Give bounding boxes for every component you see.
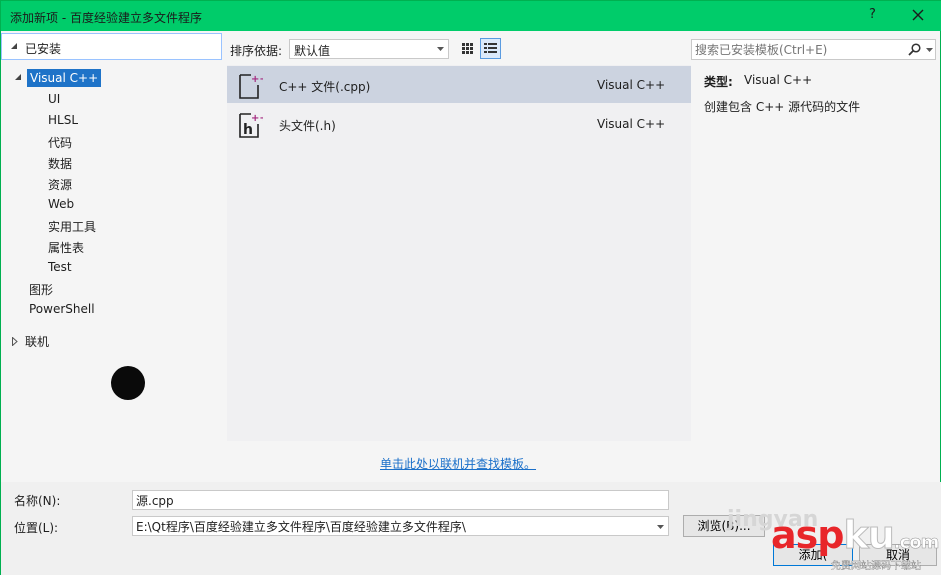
search-input[interactable]	[695, 41, 900, 58]
list-view-button[interactable]	[480, 38, 501, 59]
sort-value: 默认值	[294, 44, 331, 58]
location-field[interactable]	[132, 516, 669, 536]
cursor-marker	[111, 366, 145, 400]
tree-item-graphics[interactable]: 图形	[29, 281, 53, 298]
cpp-file-icon: ++	[239, 74, 263, 99]
grid-view-icon	[462, 43, 473, 54]
online-templates-link[interactable]: 单击此处以联机并查找模板。	[380, 455, 536, 472]
tree-item-visual-cpp[interactable]: Visual C++	[27, 69, 102, 87]
list-view-icon	[484, 43, 497, 53]
category-tree: 已安装 Visual C++ UI HLSL 代码 数据 资源 Web 实用工具…	[1, 31, 222, 481]
close-icon	[912, 9, 924, 21]
sort-toolbar: 排序依据: 默认值	[222, 31, 692, 65]
chevron-down-icon[interactable]	[926, 48, 933, 52]
svg-text:++: ++	[251, 113, 263, 124]
tree-item-web[interactable]: Web	[48, 197, 74, 211]
template-name: C++ 文件(.cpp)	[279, 80, 371, 94]
tree-item-property-sheet[interactable]: 属性表	[48, 239, 84, 256]
template-row-header[interactable]: h ++ 头文件(.h) Visual C++	[227, 105, 691, 142]
add-button[interactable]: 添加(	[773, 544, 853, 566]
collapsed-arrow-icon[interactable]	[12, 337, 18, 346]
svg-text:++: ++	[251, 74, 263, 85]
help-button[interactable]: ?	[869, 7, 876, 22]
template-row-cpp[interactable]: ++ C++ 文件(.cpp) Visual C++	[227, 66, 691, 103]
installed-header[interactable]: 已安装	[1, 33, 222, 60]
template-name: 头文件(.h)	[279, 119, 336, 133]
chevron-down-icon	[437, 47, 444, 51]
tree-item-ui[interactable]: UI	[48, 92, 60, 106]
expanded-arrow-icon[interactable]	[15, 74, 22, 81]
sort-label: 排序依据:	[230, 44, 283, 58]
name-label: 名称(N):	[14, 494, 61, 508]
tree-item-resource[interactable]: 资源	[48, 176, 72, 193]
search-box[interactable]	[691, 39, 936, 60]
search-icon[interactable]	[908, 43, 921, 56]
grid-view-button[interactable]	[457, 38, 478, 59]
tree-item-utility[interactable]: 实用工具	[48, 218, 96, 235]
template-language: Visual C++	[597, 117, 666, 131]
chevron-down-icon[interactable]	[657, 525, 664, 529]
window-title: 添加新项 - 百度经验建立多文件程序	[10, 11, 202, 25]
collapse-arrow-icon	[11, 43, 17, 49]
tree-item-hlsl[interactable]: HLSL	[48, 113, 78, 127]
tree-item-test[interactable]: Test	[48, 260, 72, 274]
cancel-button[interactable]: 取消	[859, 544, 937, 566]
type-value: Visual C++	[744, 73, 813, 87]
tree-item-data[interactable]: 数据	[48, 155, 72, 172]
tree-item-online[interactable]: 联机	[25, 333, 49, 350]
browse-button[interactable]: 浏览(B)...	[683, 515, 765, 537]
template-language: Visual C++	[597, 78, 666, 92]
close-button[interactable]	[907, 3, 929, 27]
tree-item-code[interactable]: 代码	[48, 134, 72, 151]
header-file-icon: h ++	[239, 113, 263, 138]
name-field[interactable]	[132, 490, 669, 510]
title-bar: 添加新项 - 百度经验建立多文件程序 ?	[1, 1, 941, 31]
add-new-item-dialog: 添加新项 - 百度经验建立多文件程序 ? 已安装 Visual C++ UI H…	[0, 0, 941, 575]
tree-item-powershell[interactable]: PowerShell	[29, 302, 95, 316]
template-description: 创建包含 C++ 源代码的文件	[704, 100, 861, 114]
sort-select[interactable]: 默认值	[289, 39, 449, 59]
location-label: 位置(L):	[14, 521, 59, 535]
svg-text:h: h	[243, 122, 253, 138]
installed-label: 已安装	[25, 42, 62, 56]
template-list: ++ C++ 文件(.cpp) Visual C++ h ++ 头文件(.h) …	[227, 65, 691, 441]
bottom-form: 名称(N): 位置(L): 浏览(B)... 添加( 取消	[1, 482, 941, 575]
type-key: 类型:	[704, 75, 733, 89]
